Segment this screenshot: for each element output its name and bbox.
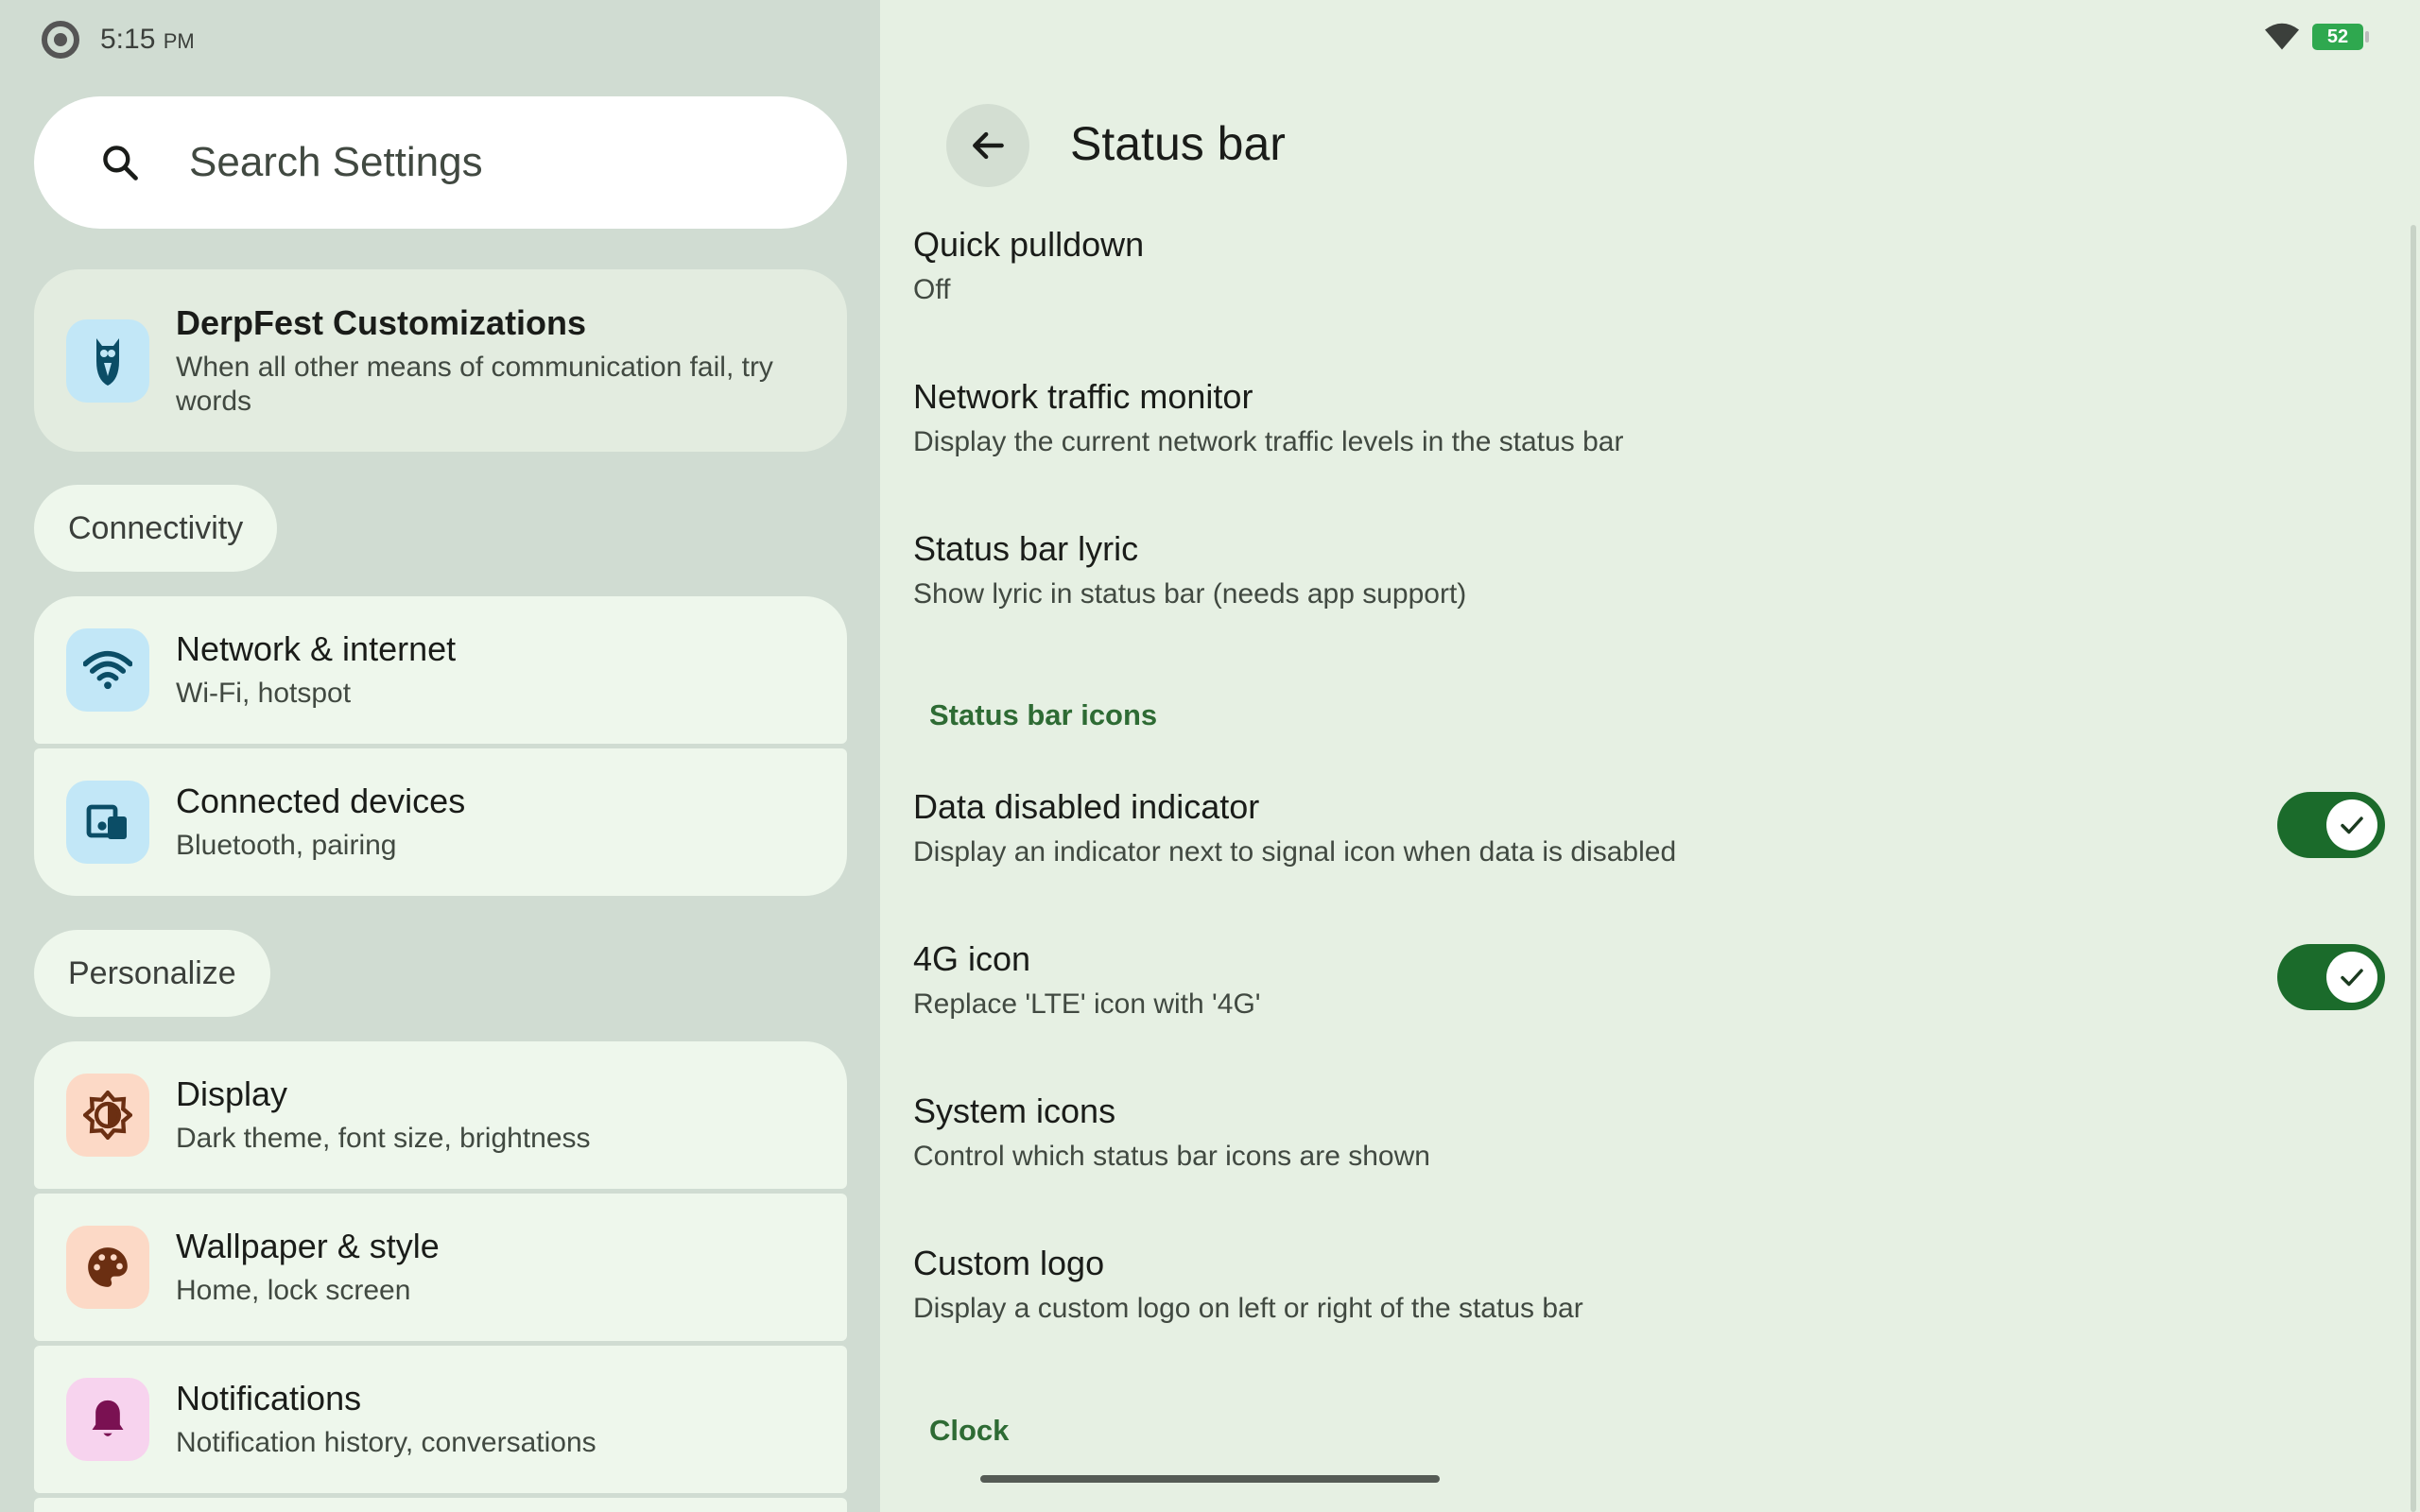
pref-status-bar-lyric[interactable]: Status bar lyric Show lyric in status ba… — [913, 529, 1466, 610]
category-status-bar-icons: Status bar icons — [929, 698, 1158, 731]
settings-item-subtitle: Notification history, conversations — [176, 1427, 596, 1458]
pref-title: Custom logo — [913, 1244, 1105, 1282]
system-status-left: 5:15 PM — [42, 21, 195, 59]
back-button[interactable] — [946, 104, 1029, 187]
pref-system-icons[interactable]: System icons Control which status bar ic… — [913, 1091, 1430, 1173]
wifi-signal-icon — [2265, 23, 2299, 50]
search-icon — [87, 142, 153, 183]
search-placeholder: Search Settings — [189, 139, 483, 185]
pref-quick-pulldown[interactable]: Quick pulldown Off — [913, 225, 1144, 306]
scrollbar[interactable] — [2411, 225, 2416, 1512]
page-title: Status bar — [1070, 117, 1286, 170]
pref-custom-logo[interactable]: Custom logo Display a custom logo on lef… — [913, 1244, 1583, 1325]
bell-icon — [66, 1378, 149, 1461]
pref-title: Quick pulldown — [913, 225, 1145, 264]
system-status-right: 52 — [2265, 23, 2369, 51]
settings-item-wallpaper[interactable]: Wallpaper & style Home, lock screen — [34, 1194, 847, 1341]
switch-thumb — [2326, 799, 2377, 850]
check-icon — [2341, 816, 2363, 834]
switch-thumb — [2326, 952, 2377, 1003]
check-icon — [2341, 969, 2363, 987]
pref-summary: Display the current network traffic leve… — [913, 426, 1624, 457]
pref-summary: Show lyric in status bar (needs app supp… — [913, 578, 1467, 610]
derpfest-title: DerpFest Customizations — [176, 302, 587, 342]
category-clock: Clock — [929, 1414, 1010, 1447]
settings-item-title: Network & internet — [176, 629, 457, 668]
settings-item-title: Connected devices — [176, 782, 466, 820]
settings-item-subtitle: Wi-Fi, hotspot — [176, 678, 352, 709]
settings-item-title: Notifications — [176, 1379, 362, 1418]
pref-data-disabled-indicator[interactable]: Data disabled indicator Display an indic… — [913, 787, 1676, 868]
settings-item-notifications[interactable]: Notifications Notification history, conv… — [34, 1346, 847, 1493]
pref-title: 4G icon — [913, 939, 1031, 978]
4g-icon-switch[interactable] — [2277, 944, 2385, 1010]
settings-item-subtitle: Dark theme, font size, brightness — [176, 1123, 591, 1154]
pref-title: Status bar lyric — [913, 529, 1139, 568]
pref-title: System icons — [913, 1091, 1116, 1130]
clock-time: 5:15 — [100, 24, 156, 55]
owl-icon — [66, 318, 149, 403]
brightness-icon — [66, 1074, 149, 1157]
pref-summary: Off — [913, 274, 951, 305]
settings-item-title: Display — [176, 1074, 288, 1113]
battery-icon: 52 — [2312, 24, 2369, 50]
section-connectivity: Connectivity — [34, 485, 278, 572]
clock: 5:15 PM — [100, 24, 195, 56]
derpfest-customizations-item[interactable]: DerpFest Customizations When all other m… — [34, 269, 847, 452]
battery-level: 52 — [2326, 26, 2349, 47]
clock-ampm: PM — [163, 29, 195, 53]
custom-logo-icon — [42, 21, 79, 59]
pref-title: Network traffic monitor — [913, 377, 1253, 416]
pref-4g-icon[interactable]: 4G icon Replace 'LTE' icon with '4G' — [913, 939, 1261, 1021]
pref-title: Data disabled indicator — [913, 787, 1260, 826]
devices-icon — [66, 781, 149, 864]
settings-item-title: Wallpaper & style — [176, 1227, 440, 1265]
settings-item-network[interactable]: Network & internet Wi-Fi, hotspot — [34, 596, 847, 744]
arrow-back-icon — [973, 131, 1004, 160]
wifi-icon — [66, 628, 149, 712]
pref-summary: Replace 'LTE' icon with '4G' — [913, 988, 1261, 1020]
palette-icon — [66, 1226, 149, 1309]
pref-summary: Display a custom logo on left or right o… — [913, 1293, 1583, 1324]
data-disabled-indicator-switch[interactable] — [2277, 792, 2385, 858]
settings-item-subtitle: Home, lock screen — [176, 1275, 411, 1306]
pref-summary: Control which status bar icons are shown — [913, 1141, 1430, 1172]
settings-item-display[interactable]: Display Dark theme, font size, brightnes… — [34, 1041, 847, 1189]
gesture-navigation-handle[interactable] — [980, 1475, 1440, 1483]
pref-network-traffic-monitor[interactable]: Network traffic monitor Display the curr… — [913, 377, 1623, 458]
settings-item-next[interactable] — [34, 1498, 847, 1512]
settings-item-connected-devices[interactable]: Connected devices Bluetooth, pairing — [34, 748, 847, 896]
section-personalize: Personalize — [34, 930, 270, 1017]
derpfest-subtitle: When all other means of communication fa… — [176, 351, 773, 417]
pref-summary: Display an indicator next to signal icon… — [913, 836, 1677, 868]
settings-item-subtitle: Bluetooth, pairing — [176, 830, 397, 861]
search-bar[interactable]: Search Settings — [34, 96, 847, 229]
